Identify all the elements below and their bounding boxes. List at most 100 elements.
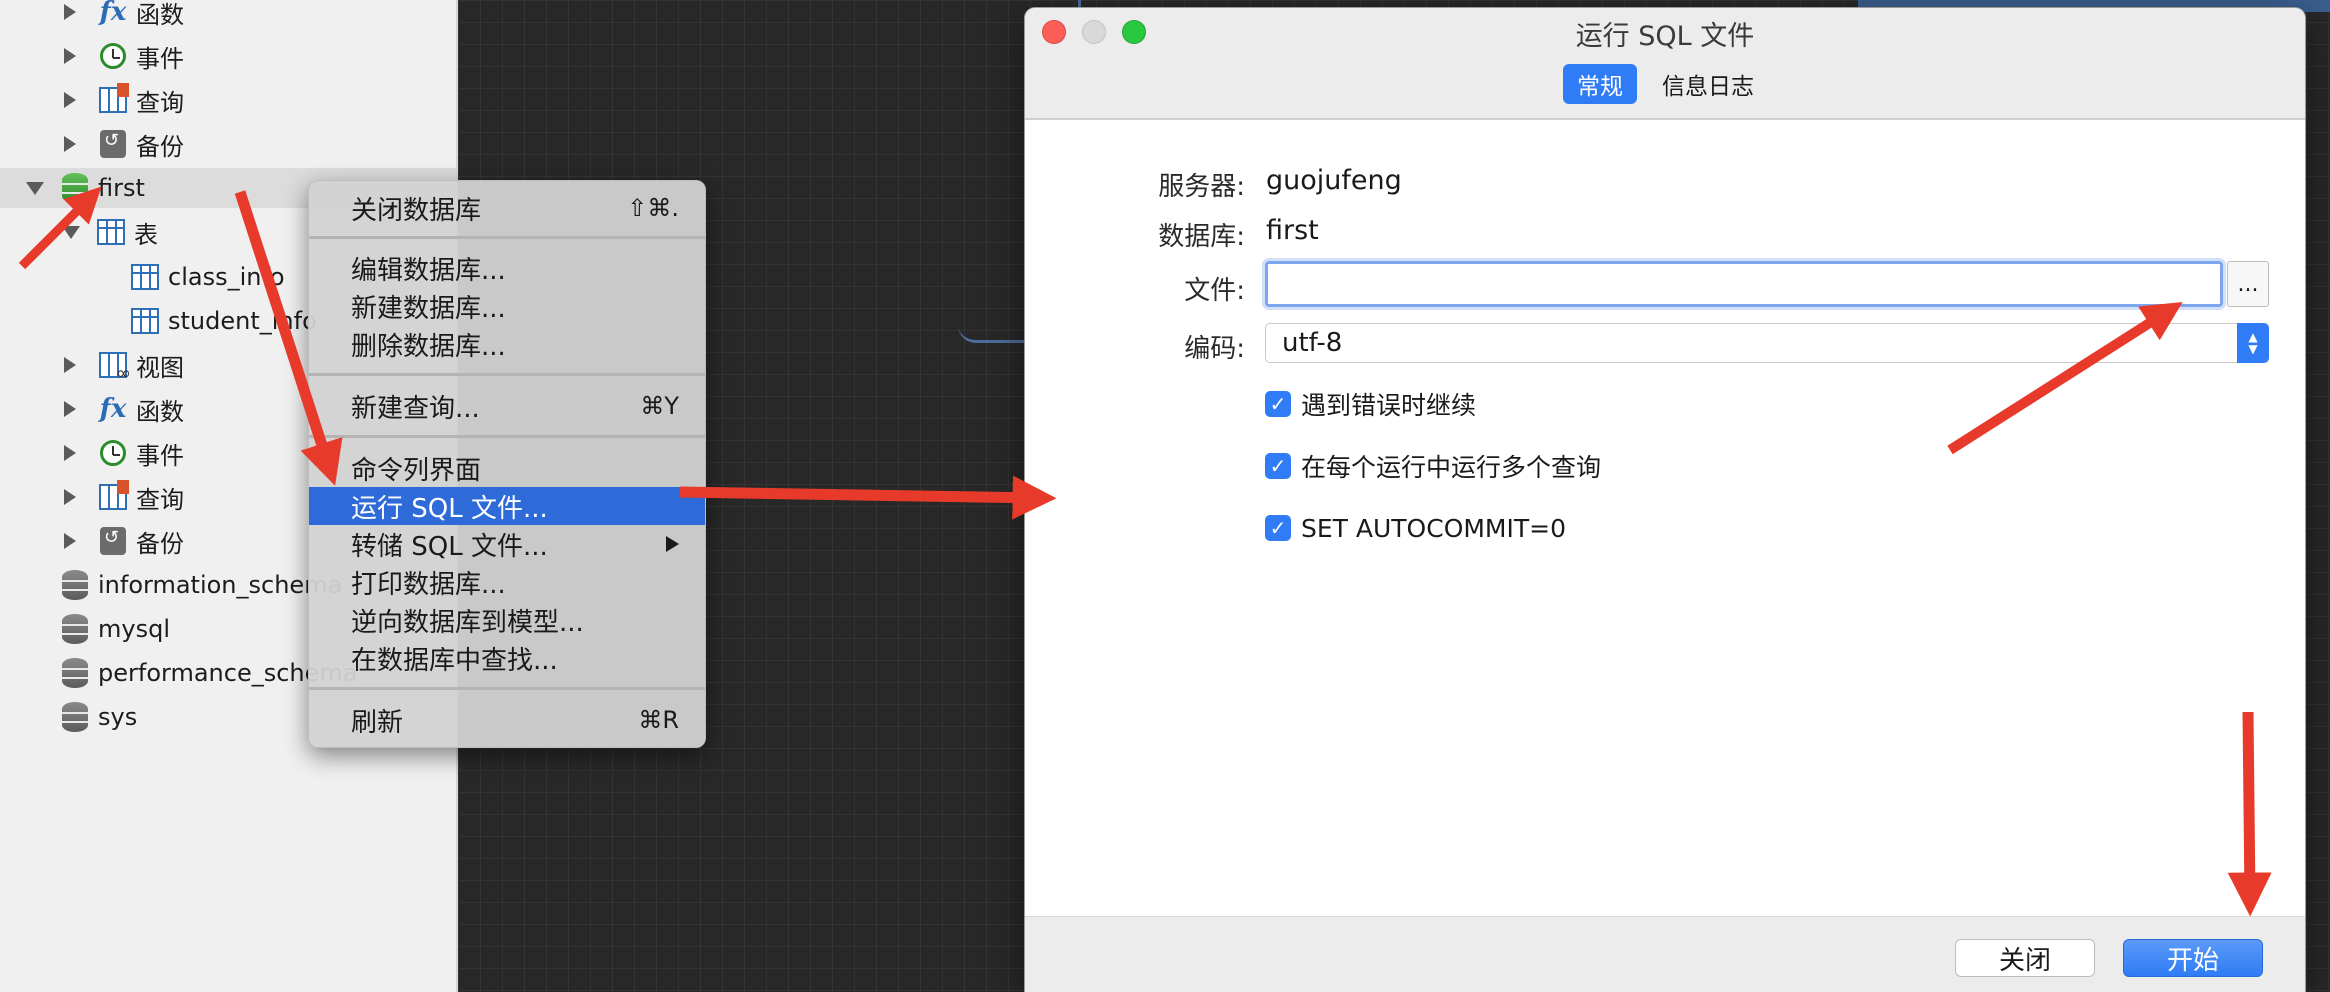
menu-item-label: 删除数据库...: [351, 331, 506, 362]
submenu-arrow-icon: [666, 536, 679, 552]
tab-message-log[interactable]: 信息日志: [1653, 64, 1763, 104]
tree-item-label: 备份: [136, 529, 184, 558]
backup-icon: [98, 129, 128, 159]
expand-triangle-icon[interactable]: [64, 136, 76, 152]
file-label: 文件:: [1184, 276, 1245, 306]
checkbox-checked-icon[interactable]: ✓: [1265, 391, 1291, 417]
database-icon: [60, 173, 90, 203]
expand-triangle-icon[interactable]: [64, 92, 76, 108]
menu-item-dump-sql-file[interactable]: 转储 SQL 文件...: [309, 525, 705, 563]
tree-item-functions[interactable]: fx 函数: [64, 389, 184, 429]
tree-item-backups[interactable]: 备份: [64, 124, 184, 164]
table-icon: [130, 262, 160, 292]
checkbox-checked-icon[interactable]: ✓: [1265, 515, 1291, 541]
menu-item-reverse-to-model[interactable]: 逆向数据库到模型...: [309, 601, 705, 639]
expand-triangle-icon[interactable]: [64, 4, 76, 20]
menu-item-new-database[interactable]: 新建数据库...: [309, 287, 705, 325]
tree-item-label: 视图: [136, 353, 184, 382]
tree-item-backups[interactable]: 备份: [64, 521, 184, 561]
option-label: SET AUTOCOMMIT=0: [1301, 513, 1567, 543]
menu-item-label: 命令列界面: [351, 455, 482, 486]
database-context-menu: 关闭数据库 ⇧⌘. 编辑数据库... 新建数据库... 删除数据库... 新建查…: [308, 180, 706, 748]
tree-item-events[interactable]: 事件: [64, 36, 184, 76]
tree-item-label: 查询: [136, 88, 184, 117]
encoding-label: 编码:: [1184, 334, 1245, 364]
database-icon: [60, 570, 90, 600]
menu-item-refresh[interactable]: 刷新 ⌘R: [309, 701, 705, 739]
tree-item-label: 事件: [136, 441, 184, 470]
option-continue-on-error[interactable]: ✓ 遇到错误时继续: [1265, 386, 1476, 422]
option-set-autocommit[interactable]: ✓ SET AUTOCOMMIT=0: [1265, 510, 1566, 546]
expand-triangle-icon[interactable]: [64, 533, 76, 549]
menu-item-label: 刷新: [351, 707, 404, 738]
database-icon: [60, 614, 90, 644]
menu-item-run-sql-file[interactable]: 运行 SQL 文件...: [309, 487, 705, 525]
encoding-value: utf-8: [1282, 328, 1343, 358]
clock-icon: [98, 438, 128, 468]
query-icon: [98, 480, 129, 512]
tree-item-table-class-info[interactable]: class_info: [130, 257, 285, 297]
menu-item-label: 打印数据库...: [351, 569, 506, 600]
tree-item-label: mysql: [98, 615, 170, 643]
tree-item-label: 表: [134, 220, 158, 249]
database-value: first: [1266, 215, 1319, 246]
function-icon: fx: [99, 394, 127, 424]
tree-item-label: 事件: [136, 44, 184, 73]
expand-triangle-icon[interactable]: [64, 489, 76, 505]
database-icon: [60, 702, 90, 732]
tree-item-table-student-info[interactable]: student_info: [130, 301, 317, 341]
menu-separator: [309, 435, 705, 438]
tree-item-tables[interactable]: 表: [62, 212, 158, 252]
tab-general[interactable]: 常规: [1563, 64, 1637, 104]
view-icon: [98, 350, 131, 384]
tree-item-queries[interactable]: 查询: [64, 80, 184, 120]
query-icon: [98, 83, 129, 115]
clock-icon: [98, 41, 128, 71]
menu-item-edit-database[interactable]: 编辑数据库...: [309, 249, 705, 287]
checkbox-checked-icon[interactable]: ✓: [1265, 453, 1291, 479]
dialog-titlebar: 运行 SQL 文件 常规 信息日志: [1025, 8, 2305, 120]
option-multiple-queries[interactable]: ✓ 在每个运行中运行多个查询: [1265, 448, 1601, 484]
collapse-triangle-icon[interactable]: [26, 181, 44, 195]
expand-triangle-icon[interactable]: [64, 357, 76, 373]
tree-item-functions[interactable]: fx 函数: [64, 0, 184, 32]
tree-item-database-sys[interactable]: sys: [60, 697, 137, 737]
menu-separator: [309, 373, 705, 376]
tree-item-queries[interactable]: 查询: [64, 477, 184, 517]
table-icon: [130, 306, 160, 336]
menu-item-shortcut: ⌘R: [638, 706, 679, 734]
menu-item-new-query[interactable]: 新建查询... ⌘Y: [309, 387, 705, 425]
tree-item-label: 函数: [136, 0, 184, 29]
tree-item-database-mysql[interactable]: mysql: [60, 609, 170, 649]
menu-item-delete-database[interactable]: 删除数据库...: [309, 325, 705, 363]
file-path-input[interactable]: [1265, 261, 2223, 307]
menu-item-close-database[interactable]: 关闭数据库 ⇧⌘.: [309, 189, 705, 227]
menu-item-command-line[interactable]: 命令列界面: [309, 449, 705, 487]
encoding-select[interactable]: utf-8 ▲ ▼: [1265, 323, 2269, 363]
expand-triangle-icon[interactable]: [64, 401, 76, 417]
tree-item-views[interactable]: 视图: [64, 345, 184, 385]
tree-item-label: 函数: [136, 397, 184, 426]
tree-item-events[interactable]: 事件: [64, 433, 184, 473]
browse-file-button[interactable]: ...: [2227, 261, 2269, 307]
tree-item-database-information-schema[interactable]: information_schema: [60, 565, 342, 605]
menu-item-find-in-database[interactable]: 在数据库中查找...: [309, 639, 705, 677]
menu-item-shortcut: ⇧⌘.: [627, 194, 679, 222]
menu-separator: [309, 236, 705, 239]
dialog-title: 运行 SQL 文件: [1575, 21, 1755, 52]
start-button[interactable]: 开始: [2123, 939, 2263, 977]
tree-item-label: 查询: [136, 485, 184, 514]
server-label: 服务器:: [1158, 172, 1245, 202]
menu-item-label: 关闭数据库: [351, 195, 482, 226]
menu-item-label: 新建数据库...: [351, 293, 506, 324]
menu-item-label: 转储 SQL 文件...: [351, 531, 548, 562]
database-icon: [60, 658, 90, 688]
collapse-triangle-icon[interactable]: [62, 225, 80, 239]
expand-triangle-icon[interactable]: [64, 445, 76, 461]
menu-item-print-database[interactable]: 打印数据库...: [309, 563, 705, 601]
close-button[interactable]: 关闭: [1955, 939, 2095, 977]
tree-item-label: first: [98, 174, 145, 202]
expand-triangle-icon[interactable]: [64, 48, 76, 64]
menu-item-shortcut: ⌘Y: [640, 392, 679, 420]
database-label: 数据库:: [1158, 222, 1245, 252]
